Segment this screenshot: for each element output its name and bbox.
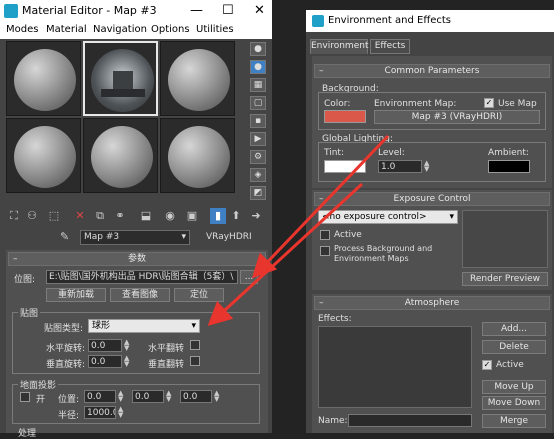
annotation-arrows bbox=[207, 134, 390, 327]
annotation-arrow-to-maptype bbox=[207, 182, 364, 327]
annotation-arrow-to-path bbox=[251, 134, 390, 279]
